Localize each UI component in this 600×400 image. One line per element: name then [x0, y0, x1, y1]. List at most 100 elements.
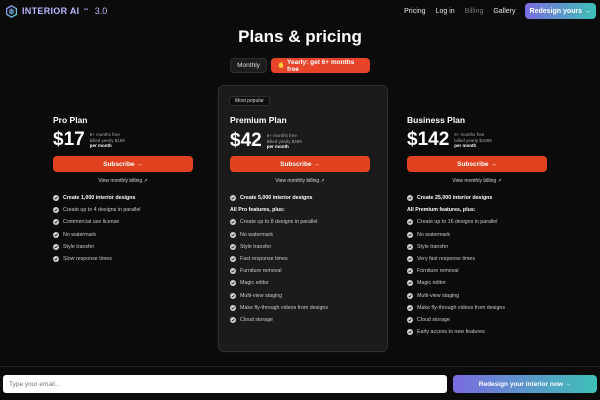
subscribe-button-premium[interactable]: Subscribe →: [230, 156, 370, 172]
view-monthly-billing-link-premium[interactable]: View monthly billing ↗: [230, 178, 370, 184]
price-row: $42 6+ months free billed yearly $499 pe…: [230, 131, 302, 151]
feature-item: Create up to 8 designs in parallel: [230, 216, 328, 228]
feature-text: Create up to 4 designs in parallel: [63, 207, 141, 214]
subscribe-button-pro[interactable]: Subscribe →: [53, 156, 193, 172]
check-icon: [407, 195, 413, 202]
price-meta-per-month: per month: [266, 144, 289, 149]
feature-item: Style transfer: [53, 241, 140, 253]
check-icon: [53, 231, 59, 238]
price-meta: 6+ months free billed yearly $199 per mo…: [90, 132, 125, 149]
feature-section-header: All Pro features, plus:: [230, 204, 328, 216]
feature-item: Make fly-through videos from designs: [407, 302, 505, 314]
divider: [0, 366, 600, 367]
price-meta: 6+ months free billed yearly $499 per mo…: [267, 133, 302, 150]
check-icon: [407, 280, 413, 287]
plan-price: $17: [53, 129, 85, 150]
feature-item: Create up to 16 designs in parallel: [407, 216, 505, 228]
redesign-yours-button[interactable]: Redesign yours →: [524, 3, 596, 19]
feature-text: No watermark: [240, 231, 273, 238]
feature-text: Create 25,000 interior designs: [417, 195, 493, 202]
feature-text: All Pro features, plus:: [230, 207, 285, 214]
feature-item: Magic editor: [230, 277, 328, 289]
fire-icon: [278, 61, 284, 70]
feature-text: Very fast response times: [417, 256, 475, 263]
top-navbar: INTERIOR AI ™ 3.0 Pricing Log in Billing …: [0, 0, 600, 22]
plan-name: Business Plan: [407, 115, 466, 125]
plan-price: $142: [407, 129, 450, 150]
feature-section-header: All Premium features, plus:: [407, 204, 505, 216]
check-icon: [230, 304, 236, 311]
check-icon: [407, 292, 413, 299]
plan-name: Premium Plan: [230, 115, 287, 125]
logo-text: INTERIOR AI: [22, 6, 80, 16]
check-icon: [407, 329, 413, 336]
feature-item: Style transfer: [230, 241, 328, 253]
feature-text: No watermark: [63, 231, 96, 238]
check-icon: [53, 243, 59, 250]
nav-gallery[interactable]: Gallery: [488, 8, 520, 15]
feature-text: Commercial use license: [63, 219, 120, 226]
feature-text: Create up to 8 designs in parallel: [240, 219, 318, 226]
feature-item: Slow response times: [53, 253, 140, 265]
pricing-card-pro: Pro Plan $17 6+ months free billed yearl…: [42, 92, 212, 354]
feature-text: Cloud storage: [417, 316, 450, 323]
feature-item: Commercial use license: [53, 216, 140, 228]
subscribe-button-business[interactable]: Subscribe →: [407, 156, 547, 172]
check-icon: [407, 256, 413, 263]
nav-login[interactable]: Log in: [431, 8, 460, 15]
feature-text: Multi-view staging: [240, 292, 283, 299]
feature-text: Magic editor: [240, 280, 269, 287]
check-icon: [407, 304, 413, 311]
feature-list: Create 5,000 interior designs All Pro fea…: [230, 192, 328, 326]
check-icon: [53, 207, 59, 214]
check-icon: [230, 292, 236, 299]
yearly-toggle-label: Yearly: get 6+ months free: [287, 58, 355, 73]
feature-text: Style transfer: [417, 243, 449, 250]
view-monthly-billing-link-pro[interactable]: View monthly billing ↗: [53, 178, 193, 184]
pricing-card-business: Business Plan $142 6+ months free billed…: [396, 92, 566, 354]
logo[interactable]: INTERIOR AI ™ 3.0: [4, 4, 107, 18]
redesign-interior-button[interactable]: Redesign your interior now →: [453, 375, 597, 393]
feature-text: Style transfer: [63, 243, 95, 250]
check-icon: [407, 219, 413, 226]
feature-item: Furniture removal: [407, 265, 505, 277]
check-icon: [230, 256, 236, 263]
feature-text: No watermark: [417, 231, 450, 238]
feature-text: Style transfer: [240, 243, 272, 250]
feature-text: Multi-view staging: [417, 292, 460, 299]
check-icon: [230, 280, 236, 287]
feature-item: Early access to new features: [407, 326, 505, 338]
price-meta-per-month: per month: [89, 143, 112, 148]
feature-item: Furniture removal: [230, 265, 328, 277]
feature-text: Cloud storage: [240, 316, 273, 323]
monthly-toggle-option[interactable]: Monthly: [230, 58, 267, 73]
most-popular-badge: Most popular: [229, 96, 270, 106]
feature-item: Magic editor: [407, 277, 505, 289]
feature-list: Create 1,000 interior designs Create up t…: [53, 192, 140, 265]
check-icon: [230, 316, 236, 323]
check-icon: [407, 316, 413, 323]
feature-text: Make fly-through videos from designs: [240, 304, 329, 311]
feature-text: Create 1,000 interior designs: [63, 195, 136, 202]
feature-text: Furniture removal: [240, 268, 282, 275]
feature-item: Create 25,000 interior designs: [407, 192, 505, 204]
plan-price: $42: [230, 130, 262, 151]
price-meta-per-month: per month: [454, 143, 477, 148]
feature-item: Make fly-through videos from designs: [230, 302, 328, 314]
check-icon: [407, 243, 413, 250]
feature-text: Slow response times: [63, 256, 112, 263]
check-icon: [53, 256, 59, 263]
feature-item: Multi-view staging: [230, 290, 328, 302]
email-input[interactable]: [3, 375, 447, 393]
view-monthly-billing-link-business[interactable]: View monthly billing ↗: [407, 178, 547, 184]
nav-pricing[interactable]: Pricing: [399, 8, 430, 15]
yearly-toggle-option[interactable]: Yearly: get 6+ months free: [271, 58, 370, 73]
feature-item: Create 1,000 interior designs: [53, 192, 140, 204]
feature-text: Furniture removal: [417, 268, 459, 275]
feature-item: Cloud storage: [407, 314, 505, 326]
check-icon: [407, 268, 413, 275]
check-icon: [53, 219, 59, 226]
page-title: Plans & pricing: [238, 27, 362, 46]
feature-item: Style transfer: [407, 241, 505, 253]
nav-billing[interactable]: Billing: [460, 8, 489, 15]
